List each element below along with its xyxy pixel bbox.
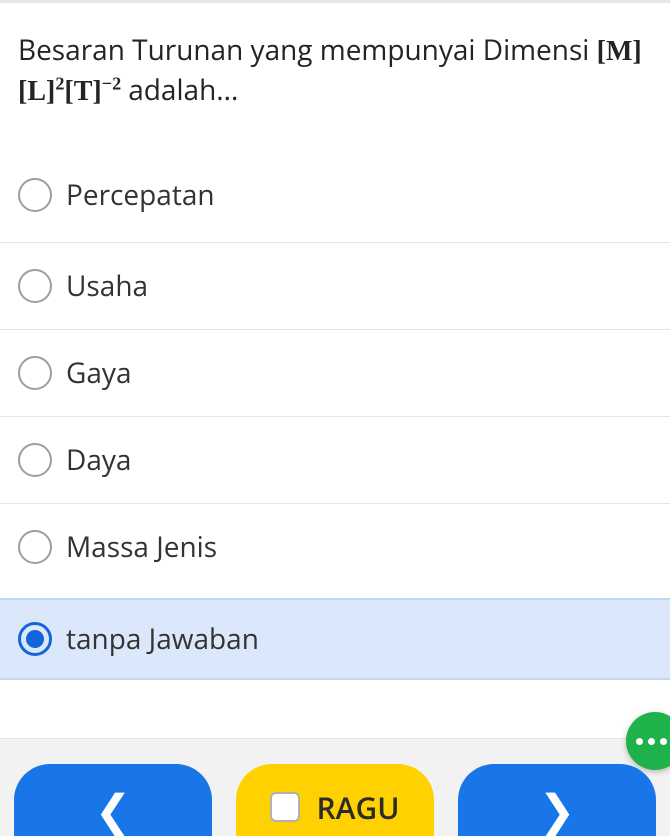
option-label: Daya: [66, 441, 131, 479]
radio-icon: [18, 269, 52, 303]
option-label: Massa Jenis: [66, 528, 217, 566]
option-usaha[interactable]: Usaha: [0, 243, 670, 330]
option-gaya[interactable]: Gaya: [0, 330, 670, 417]
radio-icon: [18, 356, 52, 390]
option-percepatan[interactable]: Percepatan: [0, 136, 670, 243]
doubt-button[interactable]: RAGU: [236, 764, 434, 836]
radio-icon: [18, 443, 52, 477]
option-label: Percepatan: [66, 176, 215, 214]
question-intro: Besaran Turunan yang mempunyai Dimensi: [18, 31, 589, 69]
option-label: tanpa Jawaban: [66, 620, 259, 658]
chevron-left-icon: ❮: [95, 769, 132, 831]
next-button[interactable]: ❯: [458, 764, 656, 836]
radio-selected-icon: [18, 622, 52, 656]
spacer: [0, 680, 670, 738]
prev-button[interactable]: ❮: [14, 764, 212, 836]
bottom-nav: ❮ RAGU ❯: [0, 760, 670, 836]
question-text: Besaran Turunan yang mempunyai Dimensi […: [0, 3, 670, 135]
option-daya[interactable]: Daya: [0, 417, 670, 504]
radio-icon: [18, 530, 52, 564]
option-label: Usaha: [66, 267, 148, 305]
radio-icon: [18, 178, 52, 212]
options-list: Percepatan Usaha Gaya Daya Massa Jenis: [0, 135, 670, 590]
option-no-answer[interactable]: tanpa Jawaban: [0, 598, 670, 680]
more-icon: [636, 738, 667, 745]
option-massa-jenis[interactable]: Massa Jenis: [0, 504, 670, 590]
nav-background: [0, 738, 670, 760]
option-label: Gaya: [66, 354, 132, 392]
checkbox-icon: [270, 792, 300, 822]
chevron-right-icon: ❯: [539, 769, 576, 831]
question-tail: adalah...: [128, 71, 238, 109]
doubt-label: RAGU: [316, 787, 399, 828]
